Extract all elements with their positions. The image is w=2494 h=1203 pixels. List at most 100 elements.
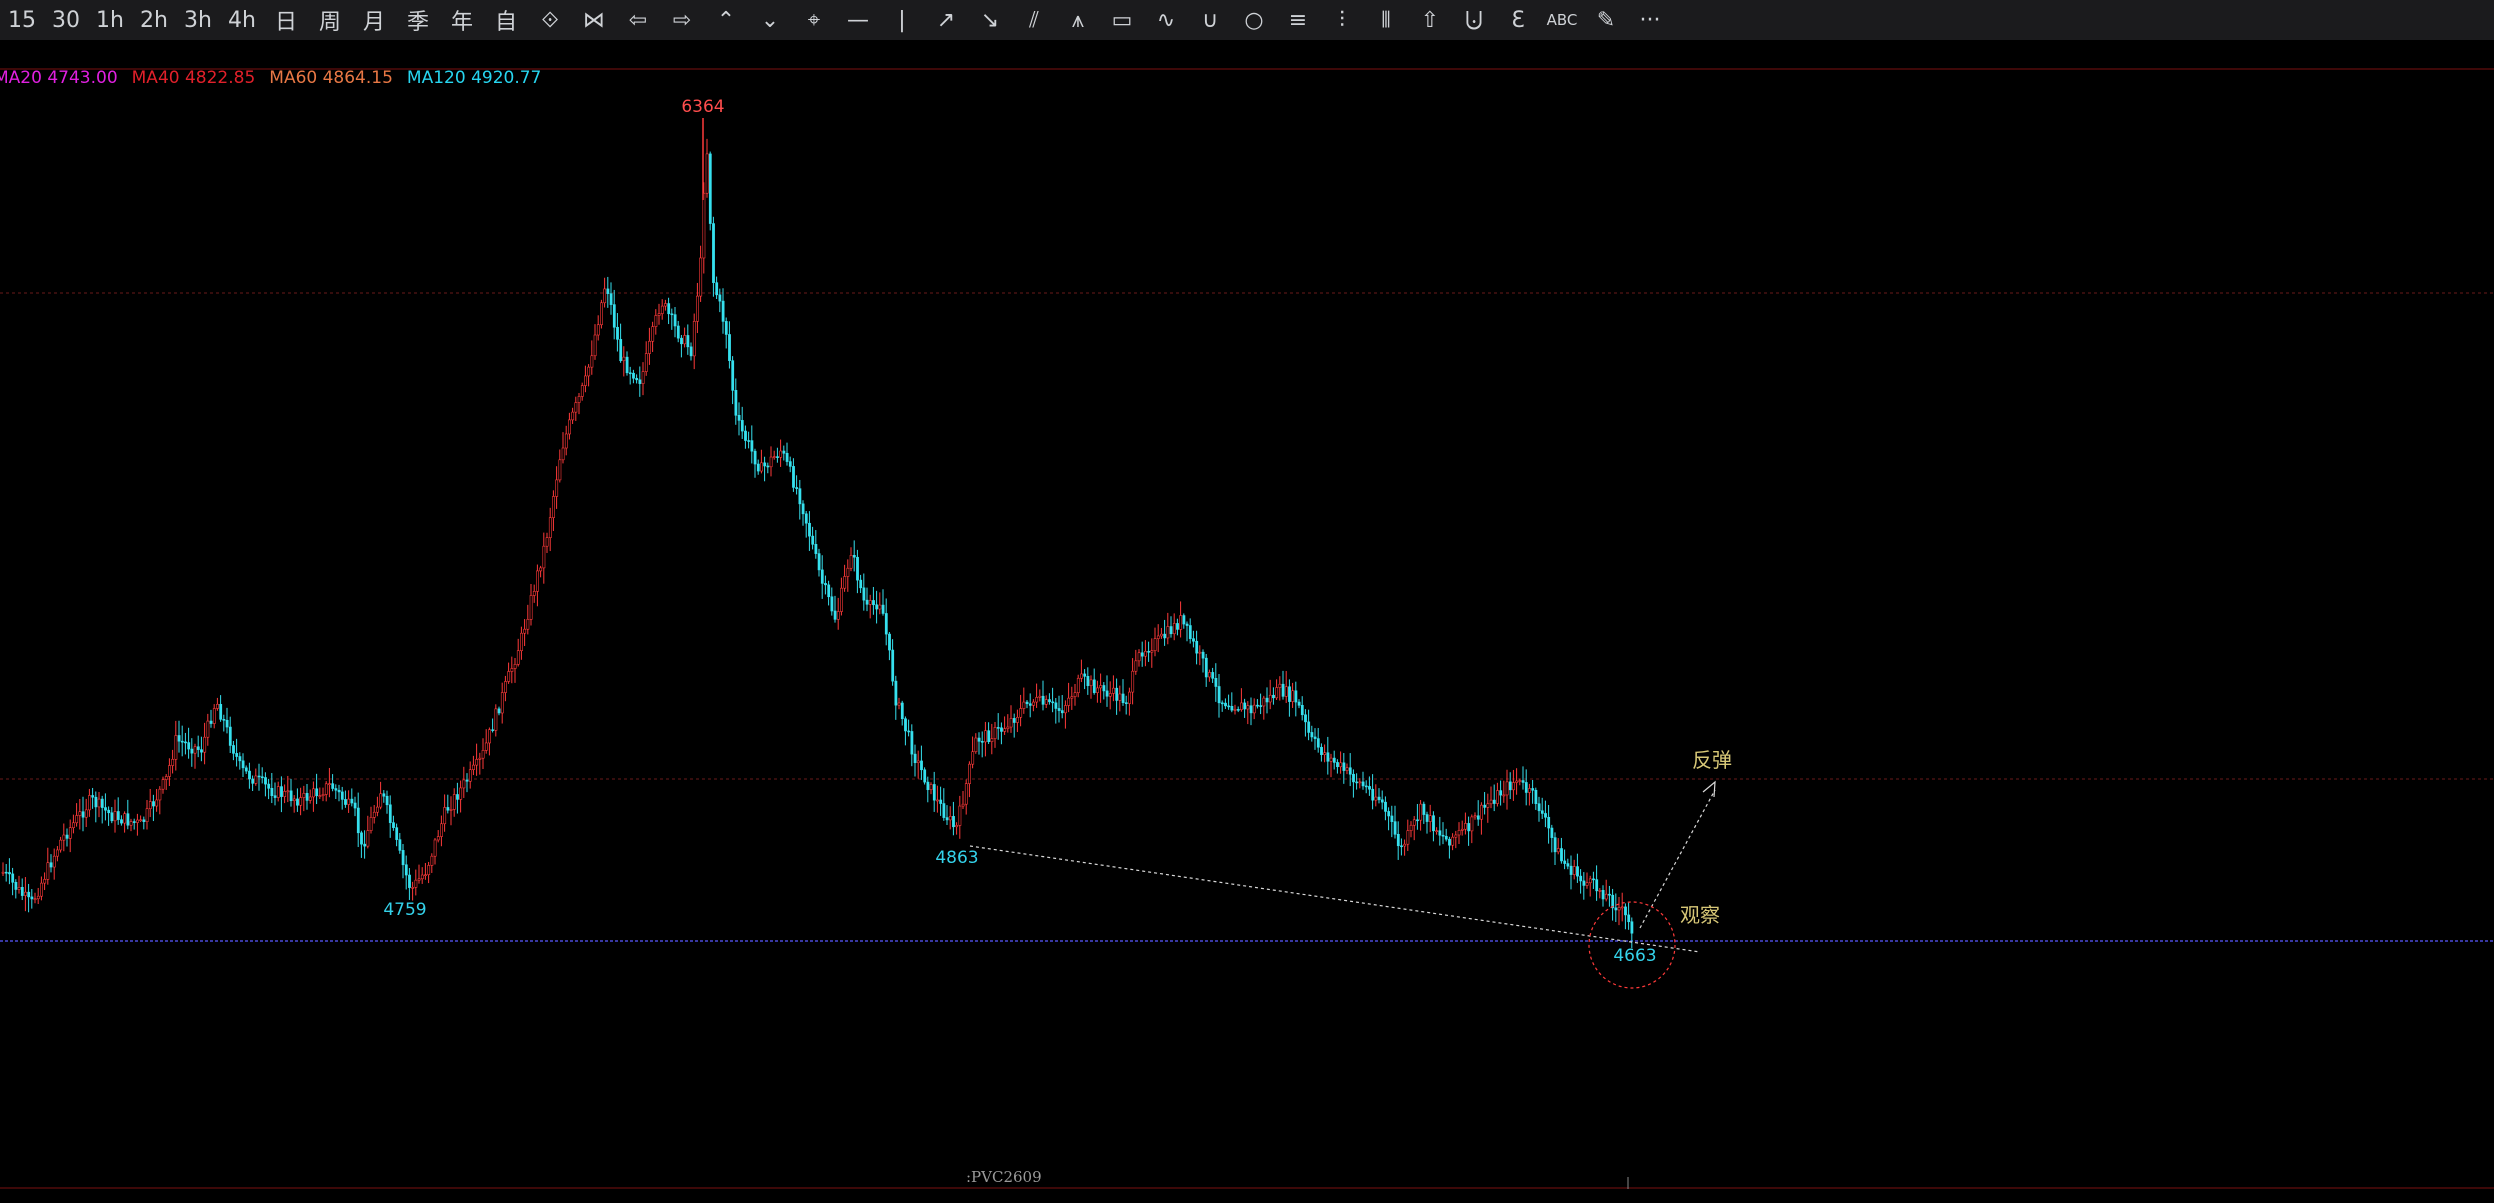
up-arrow-mark-button[interactable]: ⇧ [1408, 0, 1452, 40]
zigzag-line-button[interactable]: ⩚ [1056, 0, 1100, 40]
period-button-8[interactable]: 月 [352, 0, 396, 40]
candle-body [872, 600, 875, 606]
candle-body [1022, 701, 1026, 709]
candle-body [62, 834, 66, 841]
candle-body [622, 356, 626, 362]
candle-body [980, 741, 984, 743]
candle-body [110, 812, 114, 822]
gann-fan-button[interactable]: ⫶ [1320, 0, 1364, 40]
period-button-7[interactable]: 周 [308, 0, 352, 40]
candle-body [56, 849, 59, 857]
candle-body [424, 874, 427, 877]
text-abc-button[interactable]: ABC [1540, 0, 1584, 40]
rectangle-button[interactable]: ▭ [1100, 0, 1144, 40]
legend-ma40: MA40 4822.85 [131, 68, 256, 88]
candle-body [280, 786, 283, 797]
trend-line-button[interactable]: ↗ [924, 0, 968, 40]
period-button-11[interactable]: 自 [484, 0, 528, 40]
peak-label: 6364 [681, 97, 724, 117]
wave-line-button[interactable]: ∿ [1144, 0, 1188, 40]
candle-body [84, 809, 88, 818]
candle-body [1124, 702, 1128, 704]
candle-body [766, 465, 770, 468]
candle-body [1364, 785, 1368, 788]
zoom-in-out-button[interactable]: ⟐ [528, 0, 572, 40]
circle-button[interactable]: ○ [1232, 0, 1276, 40]
period-button-9[interactable]: 季 [396, 0, 440, 40]
candle-body [772, 456, 776, 458]
candle-body [1044, 699, 1048, 705]
candle-body [593, 334, 597, 357]
candle-body [859, 579, 863, 589]
ray-line-button[interactable]: ↘ [968, 0, 1012, 40]
candle-body [689, 346, 693, 357]
candle-body [705, 153, 709, 194]
candle-body [1592, 878, 1595, 881]
zoom-fit-button[interactable]: ⋈ [572, 0, 616, 40]
elliott-wave-button[interactable]: Ɛ [1496, 0, 1540, 40]
arc-button[interactable]: ∪ [1188, 0, 1232, 40]
candle-body [852, 555, 856, 558]
measure-button[interactable]: ⨃ [1452, 0, 1496, 40]
period-button-1[interactable]: 30 [44, 0, 88, 40]
candle-body [1160, 633, 1163, 637]
period-button-10[interactable]: 年 [440, 0, 484, 40]
candle-body [180, 740, 184, 743]
candle-body [24, 891, 27, 896]
candle-body [408, 874, 411, 888]
arrow-right-button[interactable]: ⇨ [660, 0, 704, 40]
candle-body [516, 650, 520, 665]
candle-body [830, 596, 834, 612]
candle-body [497, 708, 501, 714]
candle-body [1150, 650, 1154, 653]
candle-body [1403, 843, 1407, 847]
chevron-down-double-icon: ⌄ [760, 7, 780, 33]
candle-body [1396, 833, 1400, 847]
period-button-2[interactable]: 1h [88, 0, 132, 40]
period-button-5[interactable]: 4h [220, 0, 264, 40]
crosshair-cursor-button[interactable]: ⌖ [792, 0, 836, 40]
candle-body [1089, 679, 1093, 686]
candle-body [283, 791, 287, 797]
vertical-line-button[interactable]: | [880, 0, 924, 40]
candle-body [1140, 652, 1144, 657]
candle-body [123, 813, 127, 824]
candle-body [545, 537, 549, 547]
period-button-3[interactable]: 2h [132, 0, 176, 40]
more-button[interactable]: ··· [1628, 0, 1672, 40]
candle-body [1316, 738, 1320, 748]
chevron-up-double-button[interactable]: ⌃ [704, 0, 748, 40]
candle-body [740, 420, 744, 432]
chevron-down-double-button[interactable]: ⌄ [748, 0, 792, 40]
gann-fan-icon: ⫶ [1339, 7, 1345, 33]
candle-body [1428, 815, 1432, 822]
fibonacci-button[interactable]: ≡ [1276, 0, 1320, 40]
cycle-lines-button[interactable]: ⦀ [1364, 0, 1408, 40]
period-button-0[interactable]: 15 [0, 0, 44, 40]
candles-group [1, 138, 1634, 949]
candle-body [843, 576, 847, 589]
candle-body [756, 463, 760, 472]
period-button-4[interactable]: 3h [176, 0, 220, 40]
candle-body [580, 385, 584, 397]
candle-body [420, 874, 424, 880]
parallel-channel-button[interactable]: ⫽ [1012, 0, 1056, 40]
candle-body [446, 807, 450, 811]
candle-body [1492, 799, 1496, 804]
candle-body [4, 871, 8, 874]
horizontal-line-button[interactable]: — [836, 0, 880, 40]
candlestick-chart[interactable]: 6364 4759 4863 4663 反弹观察 [0, 40, 2494, 1203]
candle-body [1444, 835, 1448, 840]
period-button-6[interactable]: 日 [264, 0, 308, 40]
candle-body [11, 873, 15, 883]
candle-body [526, 619, 530, 630]
eraser-button[interactable]: ✎ [1584, 0, 1628, 40]
candle-body [1473, 815, 1477, 818]
candle-body [1028, 703, 1032, 706]
candle-body [702, 192, 706, 259]
candle-body [1006, 726, 1010, 729]
candle-body [1128, 691, 1131, 704]
candle-body [315, 788, 319, 797]
candle-body [260, 776, 264, 779]
arrow-left-button[interactable]: ⇦ [616, 0, 660, 40]
